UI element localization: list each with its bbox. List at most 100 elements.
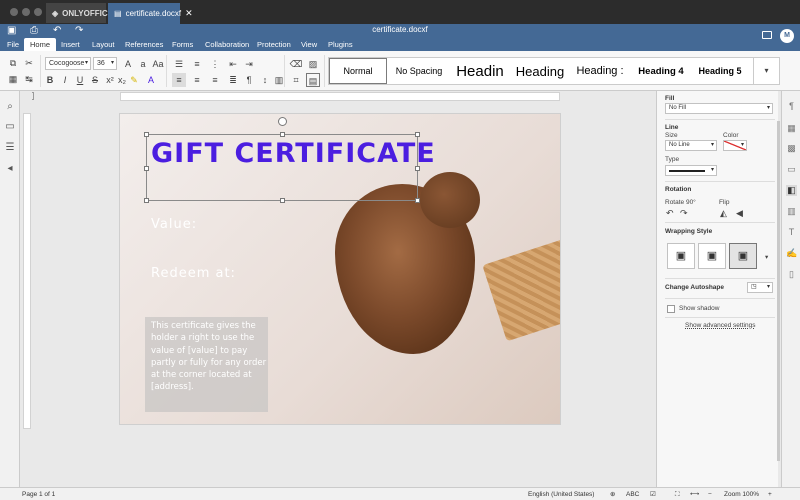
globe-icon[interactable]: ⊕ [610,490,615,499]
clear-style-icon[interactable]: ⌫ [289,57,303,71]
line-size-combo[interactable]: No Line ▾ [665,140,717,151]
copy-icon[interactable]: ⧉ [6,56,20,70]
fit-width-icon[interactable]: ⟷ [690,490,699,499]
menu-insert[interactable]: Insert [61,38,80,51]
text-art-icon[interactable]: T [786,227,797,238]
resize-handle[interactable] [144,132,149,137]
font-size-combo[interactable]: 36 ▾ [93,57,117,70]
align-left-icon[interactable]: ≡ [172,73,186,87]
styles-expand-icon[interactable]: ▾ [753,58,779,84]
zoom-out-icon[interactable]: − [708,490,712,499]
fit-page-icon[interactable]: ⛶ [675,490,680,499]
underline-icon[interactable]: U [73,73,87,87]
rotate-left-icon[interactable]: ↶ [666,208,674,219]
page-info[interactable]: Page 1 of 1 [22,490,55,499]
style-heading-5[interactable]: Heading 5 [691,58,749,84]
flip-vertical-icon[interactable]: ◀ [736,208,743,219]
maximize-window-button[interactable] [34,8,42,16]
rotate-right-icon[interactable]: ↷ [680,208,688,219]
title-shape-selection[interactable] [144,132,420,203]
line-spacing-icon[interactable]: ↕ [258,73,272,87]
multilevel-icon[interactable]: ⋮ [208,57,222,71]
font-color-icon[interactable]: A [144,73,158,87]
highlight-icon[interactable]: ✎ [127,73,141,87]
document-tab[interactable]: ▤ certificate.docxf ✕ [108,3,193,24]
spellcheck-icon[interactable]: ABC [626,490,639,499]
font-name-combo[interactable]: Cocogoose ▾ [45,57,91,70]
resize-handle[interactable] [144,198,149,203]
navigation-icon[interactable]: ☰ [4,142,16,154]
resize-handle[interactable] [415,132,420,137]
feedback-icon[interactable]: ◂ [4,163,16,175]
resize-handle[interactable] [415,166,420,171]
bullets-icon[interactable]: ☰ [172,57,186,71]
wrap-more-icon[interactable]: ▾ [765,253,768,261]
change-autoshape-button[interactable]: ◳ ▾ [747,282,773,293]
line-color-picker[interactable]: ▾ [723,140,747,151]
text-box-icon[interactable]: ▤ [306,73,320,87]
align-center-icon[interactable]: ≡ [190,73,204,87]
redeem-label[interactable]: Redeem at: [151,266,236,281]
image-settings-icon[interactable]: ▩ [786,143,797,154]
select-all-icon[interactable]: ↹ [22,72,36,86]
resize-handle[interactable] [280,198,285,203]
menu-layout[interactable]: Layout [92,38,115,51]
vertical-scrollbar[interactable] [777,91,780,487]
comments-icon[interactable]: ▭ [4,121,16,133]
copy-style-icon[interactable]: ▨ [306,57,320,71]
shape-settings-icon[interactable]: ◧ [786,185,797,196]
resize-handle[interactable] [144,166,149,171]
paste-icon[interactable]: ▦ [6,72,20,86]
wrap-tight-icon[interactable]: ▣ [698,243,726,269]
language-selector[interactable]: English (United States) [528,490,594,499]
fill-combo[interactable]: No Fill ▾ [665,103,773,114]
flip-horizontal-icon[interactable]: ◭ [720,208,727,219]
menu-forms[interactable]: Forms [172,38,193,51]
menu-collaboration[interactable]: Collaboration [205,38,249,51]
ice-cream-cone-image[interactable] [482,206,560,342]
wrap-in-front-icon[interactable]: ▣ [729,243,757,269]
strikethrough-icon[interactable]: S [88,73,102,87]
paragraph-marks-icon[interactable]: ¶ [242,73,256,87]
header-footer-icon[interactable]: ▭ [786,164,797,175]
resize-handle[interactable] [415,198,420,203]
show-advanced-settings-link[interactable]: Show advanced settings [685,322,755,329]
menu-home[interactable]: Home [24,38,57,51]
form-settings-icon[interactable]: ▯ [786,269,797,280]
zoom-in-icon[interactable]: + [768,490,772,499]
paragraph-settings-icon[interactable]: ¶ [786,101,797,112]
decrease-indent-icon[interactable]: ⇤ [226,57,240,71]
wrap-square-icon[interactable]: ▣ [667,243,695,269]
change-case-icon[interactable]: Aa [151,57,165,71]
info-text-box[interactable]: This certificate gives the holder a righ… [145,317,268,412]
track-changes-icon[interactable]: ☑ [650,490,656,499]
minimize-window-button[interactable] [22,8,30,16]
line-type-combo[interactable]: ▾ [665,165,717,176]
table-settings-icon[interactable]: ▦ [786,123,797,134]
style-heading-4[interactable]: Heading 4 [631,58,691,84]
close-tab-icon[interactable]: ✕ [185,8,193,19]
style-heading-2[interactable]: Heading [511,58,569,84]
style-no-spacing[interactable]: No Spacing [389,58,449,84]
chart-settings-icon[interactable]: ▥ [786,206,797,217]
close-window-button[interactable] [10,8,18,16]
increase-font-icon[interactable]: A [121,57,135,71]
cut-icon[interactable]: ✂ [22,56,36,70]
show-shadow-checkbox[interactable] [667,305,675,313]
style-heading-3[interactable]: Heading : [569,58,631,84]
menu-view[interactable]: View [301,38,317,51]
menu-references[interactable]: References [125,38,163,51]
menu-file[interactable]: File [7,38,19,51]
nonprinting-icon[interactable]: ⌗ [289,73,303,87]
signature-icon[interactable]: ✍ [786,248,797,259]
app-home-tab[interactable]: ◈ ONLYOFFICE [46,3,113,23]
decrease-font-icon[interactable]: a [136,57,150,71]
bold-icon[interactable]: B [43,73,57,87]
justify-icon[interactable]: ≣ [226,73,240,87]
italic-icon[interactable]: I [58,73,72,87]
rotate-handle-icon[interactable] [278,117,287,126]
style-normal[interactable]: Normal [329,58,387,84]
increase-indent-icon[interactable]: ⇥ [242,57,256,71]
search-icon[interactable]: ⌕ [4,101,16,113]
resize-handle[interactable] [280,132,285,137]
